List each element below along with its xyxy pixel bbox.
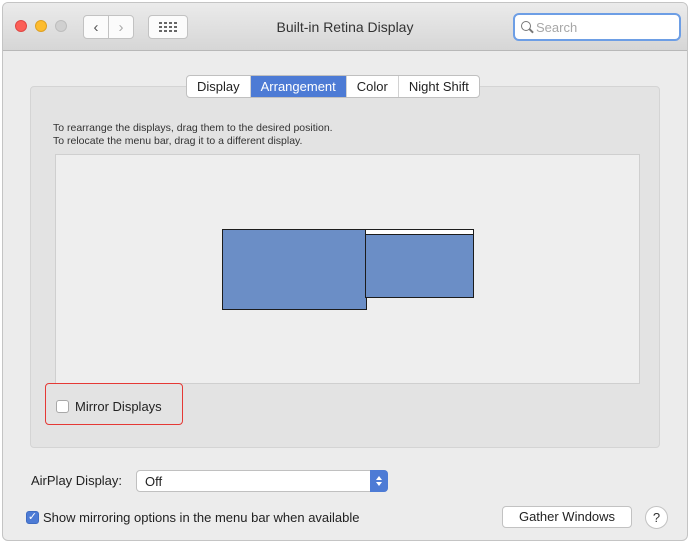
tab-color[interactable]: Color	[345, 76, 398, 97]
search-icon	[521, 20, 534, 34]
tab-arrangement[interactable]: Arrangement	[249, 76, 346, 97]
mirror-displays-checkbox[interactable]	[56, 400, 69, 413]
instruction-menu-bar: To relocate the menu bar, drag it to a d…	[53, 135, 303, 147]
display-secondary[interactable]	[365, 229, 474, 298]
show-mirroring-checkbox[interactable]: ✓	[26, 511, 39, 524]
search-field[interactable]	[513, 13, 681, 41]
display-arrangement-area	[55, 154, 640, 384]
tab-display[interactable]: Display	[187, 76, 250, 97]
title-bar: ‹ › Built-in Retina Display	[3, 3, 687, 51]
mirror-displays-label: Mirror Displays	[75, 399, 162, 414]
menu-bar-indicator[interactable]	[366, 230, 473, 235]
preferences-window: ‹ › Built-in Retina Display Display Arra…	[2, 2, 688, 541]
select-arrows-icon	[370, 470, 388, 492]
mirror-displays-option[interactable]: Mirror Displays	[56, 399, 162, 414]
show-mirroring-label: Show mirroring options in the menu bar w…	[43, 510, 360, 525]
help-button[interactable]: ?	[645, 506, 668, 529]
arrangement-panel: To rearrange the displays, drag them to …	[30, 86, 660, 448]
airplay-selected-value: Off	[145, 474, 163, 489]
gather-windows-button[interactable]: Gather Windows	[502, 506, 632, 528]
show-mirroring-option[interactable]: ✓ Show mirroring options in the menu bar…	[26, 510, 360, 525]
tab-night-shift[interactable]: Night Shift	[397, 76, 479, 97]
airplay-display-label: AirPlay Display:	[31, 473, 123, 488]
display-main[interactable]	[222, 229, 367, 310]
tab-bar: Display Arrangement Color Night Shift	[186, 75, 480, 98]
airplay-display-select[interactable]: Off	[136, 470, 388, 492]
search-input[interactable]	[536, 19, 676, 35]
instruction-rearrange: To rearrange the displays, drag them to …	[53, 122, 333, 134]
